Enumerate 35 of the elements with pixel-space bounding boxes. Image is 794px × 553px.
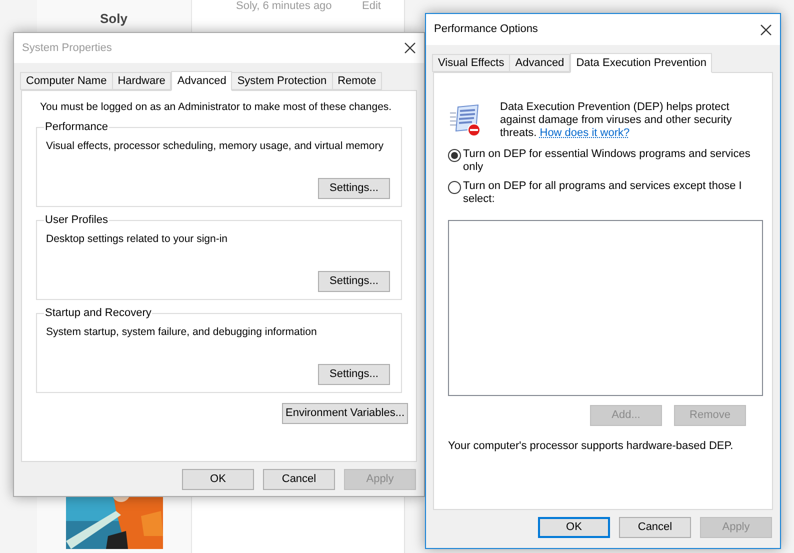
group-title: Startup and Recovery [44, 307, 152, 320]
tab[interactable]: Remote [332, 72, 382, 90]
window-title: Performance Options [434, 22, 538, 38]
tab[interactable]: Hardware [112, 72, 172, 90]
radio-button[interactable] [448, 181, 461, 194]
dialog-button[interactable]: Settings... [318, 364, 390, 385]
radio-button[interactable] [448, 149, 461, 162]
dep-description: Data Execution Prevention (DEP) helps protect against damage from viruses and other security threats. How does it work? [500, 101, 733, 140]
post-meta: Soly, 6 minutes ago [236, 0, 332, 12]
help-link[interactable]: How does it work? [540, 127, 630, 139]
group-description: Desktop settings related to your sign-in [46, 233, 229, 246]
tab[interactable]: Data Execution Prevention [570, 53, 712, 73]
tab[interactable]: Advanced [509, 54, 570, 72]
group-description: Visual effects, processor scheduling, memory usage, and virtual memory [46, 140, 385, 153]
radio-label[interactable]: Turn on DEP for all programs and services except those I select: [463, 180, 753, 206]
radio-label[interactable]: Turn on DEP for essential Windows programs and services only [463, 148, 753, 174]
dialog-button[interactable]: Cancel [263, 469, 335, 490]
close-icon[interactable] [760, 24, 772, 36]
notice-text: You must be logged on as an Administrator to make most of these changes. [40, 101, 393, 114]
tab[interactable]: Computer Name [20, 72, 113, 90]
binary-document-icon [448, 103, 482, 137]
dialog-button[interactable]: OK [538, 517, 610, 538]
dialog-button[interactable]: Settings... [318, 178, 390, 199]
status-text: Your computer's processor supports hardware-based DEP. [448, 439, 734, 454]
close-icon[interactable] [404, 42, 416, 54]
tab[interactable]: Visual Effects [432, 54, 510, 72]
group-description: System startup, system failure, and debugging information [46, 326, 318, 339]
dialog-button[interactable]: Settings... [318, 270, 390, 292]
window-title: System Properties [22, 40, 112, 56]
dialog-button[interactable]: OK [182, 469, 254, 490]
dialog-button[interactable]: Environment Variables... [282, 403, 408, 424]
tab[interactable]: Advanced [171, 71, 232, 91]
dialog-button[interactable]: Cancel [619, 517, 691, 538]
author-name[interactable]: Soly [100, 9, 128, 28]
tab[interactable]: System Protection [231, 72, 333, 90]
